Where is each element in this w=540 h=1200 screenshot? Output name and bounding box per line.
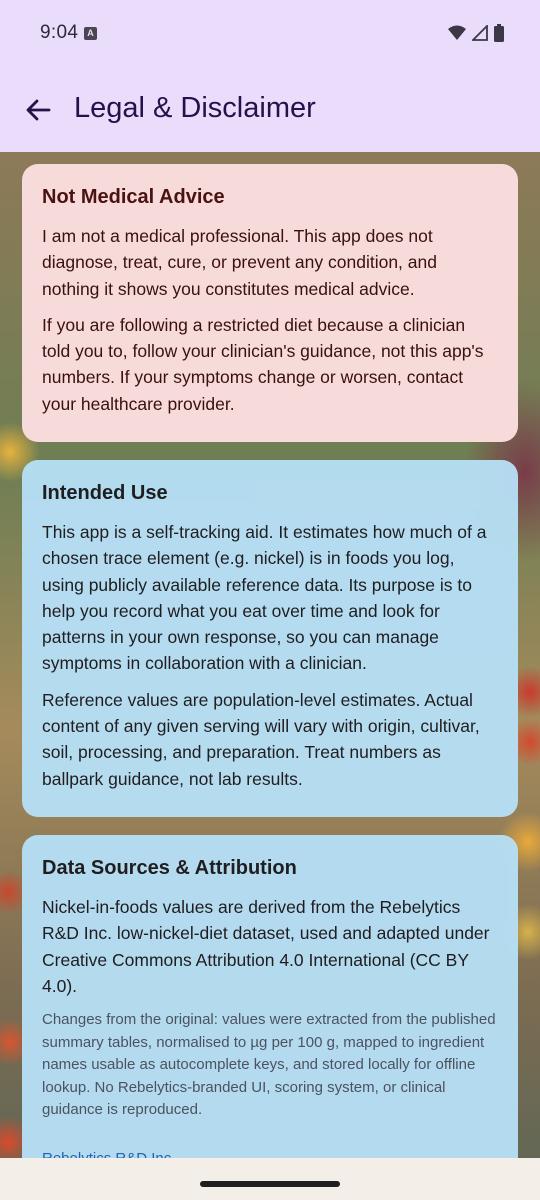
wifi-icon [448, 25, 466, 40]
app-bar: Legal & Disclaimer [0, 68, 540, 152]
card-paragraph: This app is a self-tracking aid. It esti… [42, 522, 487, 674]
data-sources-card: Data Sources & Attribution Nickel-in-foo… [22, 835, 518, 1165]
intended-use-card: Intended Use This app is a self-tracking… [22, 460, 518, 817]
card-paragraph: I am not a medical professional. This ap… [42, 226, 437, 299]
card-paragraph: Nickel-in-foods values are derived from … [42, 897, 490, 996]
card-paragraph: If you are following a restricted diet b… [42, 314, 484, 414]
navigation-bar [0, 1158, 540, 1200]
page-title: Legal & Disclaimer [74, 92, 316, 124]
status-time: 9:04 [40, 22, 79, 43]
status-bar: 9:04 A [0, 0, 540, 68]
card-paragraph: Reference values are population-level es… [42, 689, 480, 789]
card-title: Data Sources & Attribution [42, 857, 297, 879]
back-button[interactable] [18, 90, 58, 130]
not-medical-advice-card: Not Medical Advice I am not a medical pr… [22, 164, 518, 442]
card-title: Not Medical Advice [42, 186, 225, 208]
gesture-handle[interactable] [200, 1181, 340, 1187]
signal-icon [472, 25, 488, 41]
status-icons [448, 24, 504, 42]
card-title: Intended Use [42, 482, 168, 504]
arrow-left-icon [26, 99, 51, 121]
changes-note: Changes from the original: values were e… [42, 1011, 496, 1119]
a-letter-icon: A [84, 27, 97, 40]
battery-icon [494, 24, 504, 42]
